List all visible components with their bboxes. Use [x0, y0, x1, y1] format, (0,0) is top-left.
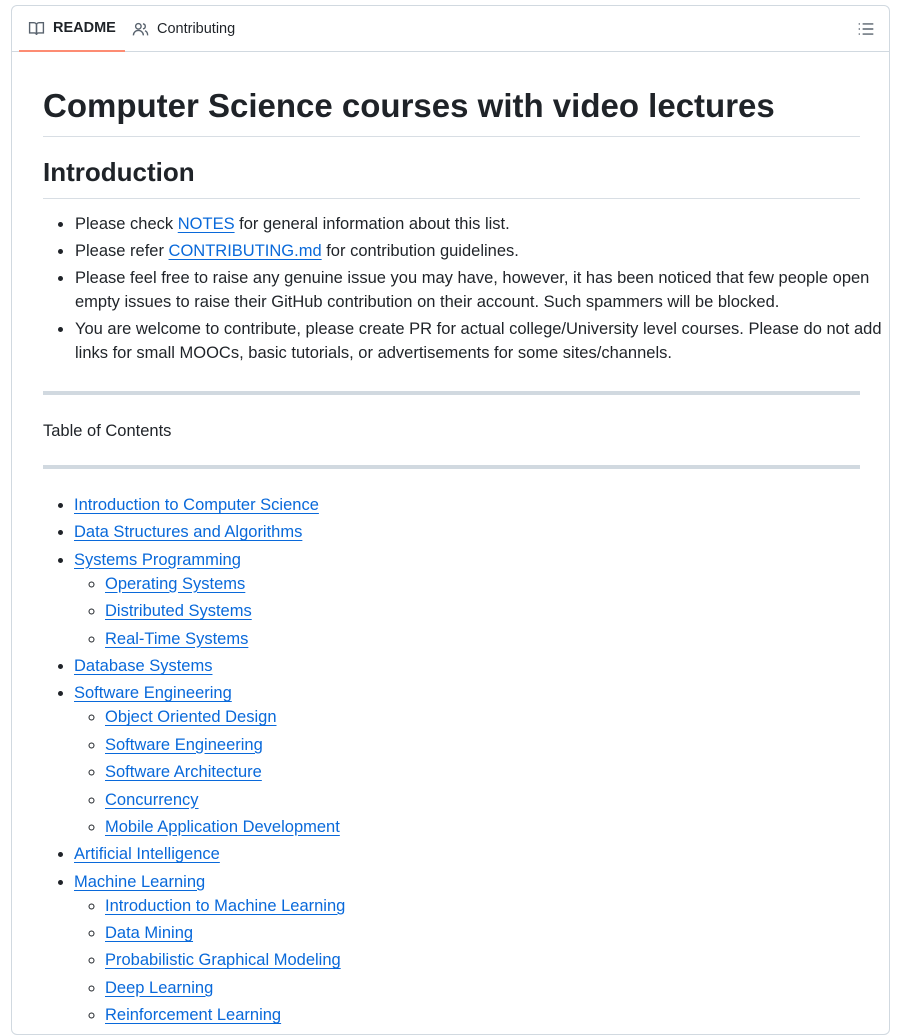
toc-item: Data Structures and Algorithms: [74, 520, 345, 544]
toc-subitem: Introduction to Machine Learning: [105, 894, 345, 918]
toc-item: Artificial Intelligence: [74, 842, 345, 866]
toc-subitem: Data Mining: [105, 921, 345, 945]
list-item: You are welcome to contribute, please cr…: [74, 317, 889, 365]
horizontal-rule: [43, 391, 860, 395]
toc-subitem: Object Oriented Design: [105, 705, 345, 729]
book-icon: [28, 20, 45, 37]
toc-sublist: Object Oriented Design Software Engineeri…: [74, 705, 345, 839]
tab-readme[interactable]: README: [19, 6, 125, 52]
intro-text: Please check: [75, 215, 178, 233]
toc-subitem: Concurrency: [105, 788, 345, 812]
toc-subitem: Real-Time Systems: [105, 627, 345, 651]
toc-sublink[interactable]: Distributed Systems: [105, 602, 252, 620]
toc-link[interactable]: Artificial Intelligence: [74, 845, 220, 863]
toc-sublink[interactable]: Operating Systems: [105, 575, 245, 593]
toc-sublink[interactable]: Introduction to Machine Learning: [105, 897, 345, 915]
toc-subitem: Distributed Systems: [105, 599, 345, 623]
intro-text: Please refer: [75, 242, 169, 260]
outline-button[interactable]: [857, 20, 875, 38]
toc-heading: Table of Contents: [43, 422, 172, 440]
toc-sublink[interactable]: Reinforcement Learning: [105, 1006, 281, 1024]
toc-link[interactable]: Introduction to Computer Science: [74, 496, 319, 514]
toc-subitem: Software Engineering: [105, 733, 345, 757]
intro-list: Please check NOTES for general informati…: [43, 212, 889, 368]
list-unordered-icon: [857, 23, 875, 42]
toc-link[interactable]: Data Structures and Algorithms: [74, 523, 302, 541]
toc-sublink[interactable]: Mobile Application Development: [105, 818, 340, 836]
people-icon: [132, 21, 149, 38]
tab-bar: README Contributing: [12, 6, 889, 52]
toc-item: Systems Programming Operating Systems Dist…: [74, 548, 345, 651]
tab-contributing-label: Contributing: [157, 21, 236, 37]
intro-text: for contribution guidelines.: [321, 242, 519, 260]
toc-sublist: Operating Systems Distributed Systems Real…: [74, 572, 345, 651]
toc-sublink[interactable]: Concurrency: [105, 791, 199, 809]
toc-subitem: Mobile Application Development: [105, 815, 345, 839]
toc-sublink[interactable]: Software Engineering: [105, 736, 263, 754]
section-title-introduction: Introduction: [43, 158, 860, 199]
toc-item: Software EngineeringObject Oriented Desi…: [74, 681, 345, 839]
contributing-link[interactable]: CONTRIBUTING.md: [169, 242, 322, 260]
toc-item: Machine Learning Introduction to Machine …: [74, 870, 345, 1028]
page-title: Computer Science courses with video lect…: [43, 86, 860, 137]
toc-subitem: Probabilistic Graphical Modeling: [105, 948, 345, 972]
toc-sublink[interactable]: Deep Learning: [105, 979, 213, 997]
notes-link[interactable]: NOTES: [178, 215, 235, 233]
toc-subitem: Operating Systems: [105, 572, 345, 596]
toc-sublist: Introduction to Machine Learning Data Min…: [74, 894, 345, 1028]
list-item: Please check NOTES for general informati…: [74, 212, 889, 236]
tab-readme-label: README: [53, 20, 116, 36]
toc-sublink[interactable]: Probabilistic Graphical Modeling: [105, 951, 341, 969]
list-item: Please feel free to raise any genuine is…: [74, 266, 889, 314]
toc-list: Introduction to Computer Science Data Str…: [43, 493, 345, 1031]
toc-item: Introduction to Computer Science: [74, 493, 345, 517]
toc-subitem: Software Architecture: [105, 760, 345, 784]
list-item: Please refer CONTRIBUTING.md for contrib…: [74, 239, 889, 263]
toc-subitem: Deep Learning: [105, 976, 345, 1000]
readme-panel: README Contributing Computer Science cou…: [11, 5, 890, 1035]
toc-item: Database Systems: [74, 654, 345, 678]
toc-link[interactable]: Systems Programming: [74, 551, 241, 569]
toc-sublink[interactable]: Data Mining: [105, 924, 193, 942]
toc-sublink[interactable]: Software Architecture: [105, 763, 262, 781]
horizontal-rule: [43, 465, 860, 469]
tab-contributing[interactable]: Contributing: [123, 6, 244, 52]
toc-sublink[interactable]: Object Oriented Design: [105, 708, 277, 726]
toc-sublink[interactable]: Real-Time Systems: [105, 630, 248, 648]
toc-link[interactable]: Database Systems: [74, 657, 212, 675]
toc-link[interactable]: Software Engineering: [74, 684, 232, 702]
intro-text: for general information about this list.: [234, 215, 510, 233]
toc-link[interactable]: Machine Learning: [74, 873, 205, 891]
